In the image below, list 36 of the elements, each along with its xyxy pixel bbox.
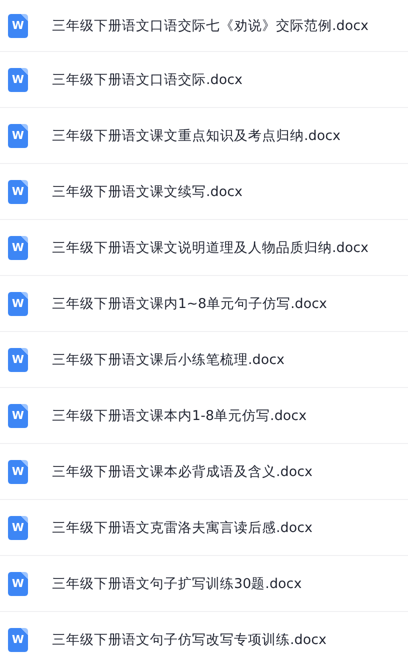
word-file-icon: W [8, 572, 28, 596]
word-file-icon: W [8, 516, 28, 540]
file-name: 三年级下册语文句子扩写训练30题.docx [52, 574, 302, 592]
word-file-icon: W [8, 460, 28, 484]
word-file-icon: W [8, 68, 28, 92]
file-row[interactable]: W 三年级下册语文口语交际.docx [0, 52, 408, 108]
file-name: 三年级下册语文口语交际七《劝说》交际范例.docx [52, 16, 369, 34]
word-file-icon: W [8, 292, 28, 316]
file-row[interactable]: W 三年级下册语文课本必背成语及含义.docx [0, 444, 408, 500]
word-file-icon: W [8, 348, 28, 372]
file-row[interactable]: W 三年级下册语文课文续写.docx [0, 164, 408, 220]
file-name: 三年级下册语文句子仿写改写专项训练.docx [52, 630, 327, 648]
file-row[interactable]: W 三年级下册语文课本内1-8单元仿写.docx [0, 388, 408, 444]
file-row[interactable]: W 三年级下册语文课后小练笔梳理.docx [0, 332, 408, 388]
file-row[interactable]: W 三年级下册语文克雷洛夫寓言读后感.docx [0, 500, 408, 556]
file-row[interactable]: W 三年级下册语文句子扩写训练30题.docx [0, 556, 408, 612]
word-file-icon: W [8, 404, 28, 428]
file-name: 三年级下册语文口语交际.docx [52, 70, 243, 88]
file-row[interactable]: W 三年级下册语文句子仿写改写专项训练.docx [0, 612, 408, 659]
word-file-icon: W [8, 236, 28, 260]
file-name: 三年级下册语文课文重点知识及考点归纳.docx [52, 126, 341, 144]
file-row[interactable]: W 三年级下册语文课文说明道理及人物品质归纳.docx [0, 220, 408, 276]
word-file-icon: W [8, 180, 28, 204]
file-name: 三年级下册语文课后小练笔梳理.docx [52, 350, 285, 368]
file-row[interactable]: W 三年级下册语文课文重点知识及考点归纳.docx [0, 108, 408, 164]
file-name: 三年级下册语文课文续写.docx [52, 182, 243, 200]
file-row[interactable]: W 三年级下册语文口语交际七《劝说》交际范例.docx [0, 0, 408, 52]
word-file-icon: W [8, 124, 28, 148]
file-name: 三年级下册语文课本内1-8单元仿写.docx [52, 406, 307, 424]
file-row[interactable]: W 三年级下册语文课内1~8单元句子仿写.docx [0, 276, 408, 332]
file-name: 三年级下册语文课文说明道理及人物品质归纳.docx [52, 238, 369, 256]
file-name: 三年级下册语文课本必背成语及含义.docx [52, 462, 313, 480]
file-name: 三年级下册语文克雷洛夫寓言读后感.docx [52, 518, 313, 536]
word-file-icon: W [8, 628, 28, 652]
word-file-icon: W [8, 14, 28, 38]
file-name: 三年级下册语文课内1~8单元句子仿写.docx [52, 294, 328, 312]
